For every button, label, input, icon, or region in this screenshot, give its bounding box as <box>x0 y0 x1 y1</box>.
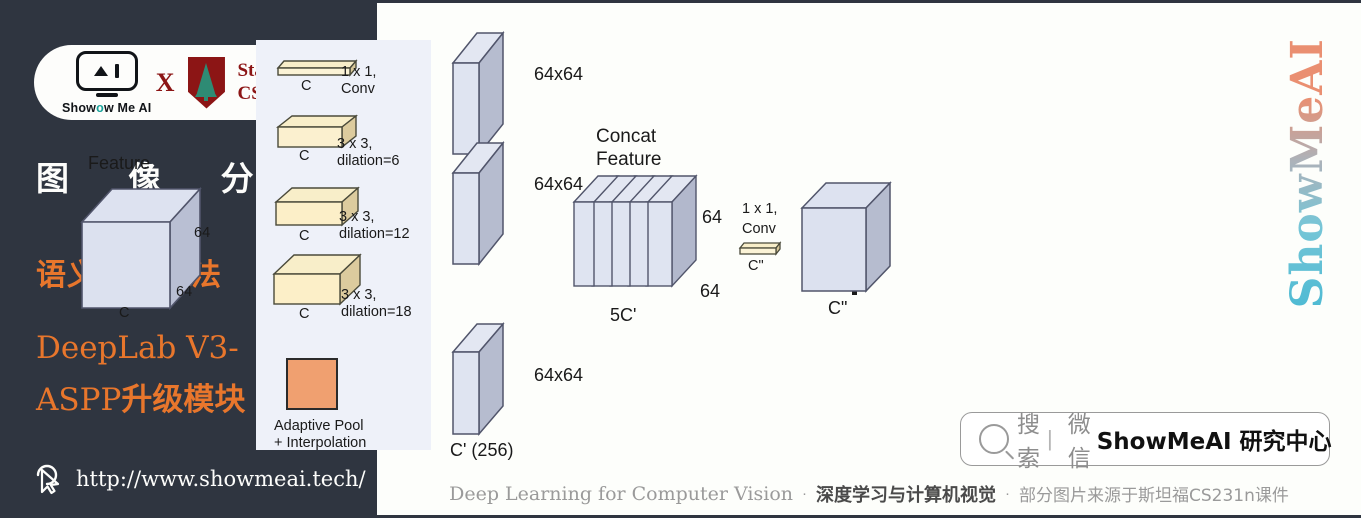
footer-caption: Deep Learning for Computer Vision · 深度学习… <box>377 472 1361 515</box>
concat-title-line1: Concat <box>596 126 657 147</box>
aspp-branch-2-op: 3 x 3, dilation=6 <box>337 136 399 170</box>
slide-root: Showow Me AI X Stanford CS231n 图 像 分 <box>0 0 1361 518</box>
output-slab-3-label: 64x64 <box>534 365 584 385</box>
search-placeholder: 搜索 <box>1017 412 1040 472</box>
aspp-branch-1-op-line1: 1 x 1, <box>341 64 377 80</box>
caption-source: 部分图片来源于斯坦福CS231n课件 <box>1019 486 1289 506</box>
aspp-branch-4-op-line1: 3 x 3, <box>341 287 377 303</box>
feature-depth-label: 64 <box>194 225 211 241</box>
final-conv-channel: C" <box>748 258 764 274</box>
feature-cube <box>80 186 202 311</box>
output-slab-1-label: 64x64 <box>534 64 584 84</box>
caption-dot-1: · <box>802 485 807 502</box>
concat-depth-label: 64 <box>700 281 721 301</box>
final-cube-label: C" <box>828 298 848 318</box>
aspp-branch-3-op-line1: 3 x 3, <box>339 209 375 225</box>
output-slab-3 <box>451 321 505 437</box>
search-separator: | <box>1047 426 1053 451</box>
aspp-architecture-diagram: Feature 64 64 C C 1 x 1, Conv C 3 x 3, dil… <box>0 0 984 470</box>
aspp-module-card <box>256 40 431 450</box>
adaptive-pool-label: Adaptive Pool + Interpolation <box>274 418 366 452</box>
caption-dot-2: · <box>1005 485 1010 502</box>
output-slab-2 <box>451 140 505 267</box>
aspp-branch-1-op-line2: Conv <box>341 81 375 97</box>
aspp-branch-2-op-line1: 3 x 3, <box>337 136 373 152</box>
final-conv-op-line1: 1 x 1, <box>742 201 778 217</box>
site-url: http://www.showmeai.tech/ <box>76 467 366 491</box>
aspp-branch-2-channel: C <box>299 148 310 164</box>
caption-chinese: 深度学习与计算机视觉 <box>816 484 996 506</box>
concat-height-label: 64 <box>702 207 723 227</box>
feature-height-label: 64 <box>176 284 193 300</box>
aspp-branch-2-op-line2: dilation=6 <box>337 153 400 169</box>
adaptive-pool-shape <box>286 358 338 410</box>
final-conv-op: 1 x 1, Conv <box>742 199 777 239</box>
aspp-branch-1-op: 1 x 1, Conv <box>341 64 376 98</box>
caption-english: Deep Learning for Computer Vision <box>449 482 793 505</box>
wechat-search-bar[interactable]: 搜索 | 微信 ShowMeAI 研究中心 <box>960 412 1332 472</box>
aspp-branch-1-channel: C <box>301 78 312 94</box>
aspp-branch-3-op: 3 x 3, dilation=12 <box>339 209 410 243</box>
showmeai-watermark: ShowMeAI <box>1282 38 1333 309</box>
concat-width-label: 5C' <box>610 305 637 325</box>
final-output-cube <box>800 181 892 293</box>
adaptive-pool-line1: Adaptive Pool <box>274 418 364 434</box>
aspp-branch-3-channel: C <box>299 228 310 244</box>
search-icon <box>979 424 1009 454</box>
concat-feature-stack <box>572 174 698 288</box>
aspp-branch-4-op-line2: dilation=18 <box>341 304 412 320</box>
concat-title-line2: Feature <box>596 149 662 170</box>
aspp-branch-4-op: 3 x 3, dilation=18 <box>341 287 412 321</box>
feature-cube-title: Feature <box>88 153 151 173</box>
aspp-branch-4-channel: C <box>299 306 310 322</box>
final-conv-shape <box>738 241 782 256</box>
slab-channel-label: C' (256) <box>450 440 514 460</box>
feature-width-label: C <box>119 305 130 321</box>
final-conv-op-line2: Conv <box>742 221 776 237</box>
search-brand: ShowMeAI 研究中心 <box>1096 429 1332 455</box>
search-channel-word: 微信 <box>1067 412 1091 472</box>
concat-feature-title: Concat Feature <box>596 125 661 171</box>
adaptive-pool-line2: + Interpolation <box>274 435 367 451</box>
aspp-branch-3-op-line2: dilation=12 <box>339 226 410 242</box>
